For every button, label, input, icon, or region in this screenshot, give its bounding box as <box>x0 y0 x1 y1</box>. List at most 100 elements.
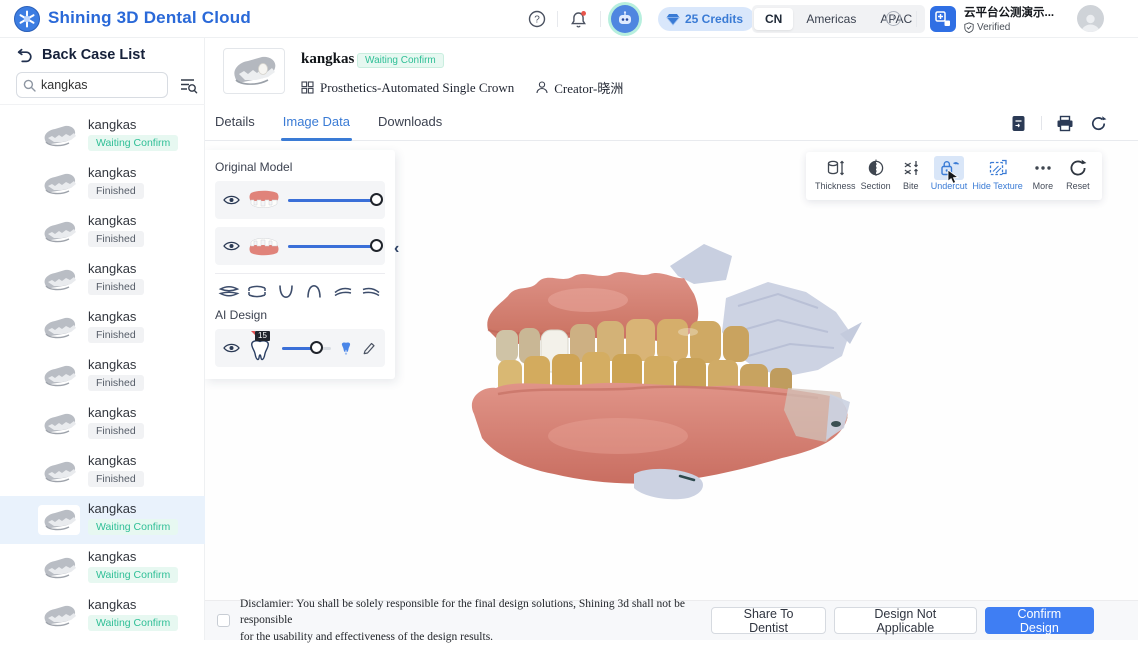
case-search-box <box>16 72 168 98</box>
organization-block[interactable]: 云平台公测演示... Verified <box>964 4 1054 33</box>
notification-bell-icon[interactable] <box>568 9 588 29</box>
tab-image-data[interactable]: Image Data <box>283 105 350 141</box>
view-right-side-icon[interactable] <box>359 282 383 300</box>
thickness-icon <box>820 156 850 180</box>
app-title: Shining 3D Dental Cloud <box>48 8 251 28</box>
view-front-open-icon[interactable] <box>245 282 269 300</box>
case-name: kangkas <box>88 165 144 180</box>
case-search-input[interactable] <box>41 78 151 92</box>
case-list-item[interactable]: kangkas Waiting Confirm <box>0 496 205 544</box>
case-list-item[interactable]: kangkas Waiting Confirm <box>0 112 205 160</box>
case-status-badge: Finished <box>88 231 144 247</box>
help-icon[interactable]: ? <box>527 9 547 29</box>
case-creator-label: Creator-晓洲 <box>554 78 623 97</box>
case-thumbnail <box>38 505 80 535</box>
eye-icon[interactable] <box>223 342 240 354</box>
upper-opacity-slider[interactable] <box>288 193 377 207</box>
toolbar-label-thickness: Thickness <box>815 181 856 191</box>
person-icon <box>536 81 548 94</box>
toolbar-label-section: Section <box>861 181 891 191</box>
case-list-item[interactable]: kangkas Finished <box>0 256 205 304</box>
credits-badge[interactable]: 25 Credits <box>658 7 755 31</box>
upper-jaw-thumbnail <box>247 189 281 211</box>
case-sidebar: Back Case List kangkas Waiting Confirm k… <box>0 38 205 640</box>
case-title: kangkas <box>301 51 354 68</box>
hidetexture-icon <box>983 156 1013 180</box>
case-list-item[interactable]: kangkas Waiting Confirm <box>0 592 205 640</box>
view-lower-occlusal-icon[interactable] <box>302 282 326 300</box>
toolbar-item-bite[interactable]: Bite <box>896 152 926 200</box>
filter-search-icon[interactable] <box>179 76 199 96</box>
region-cn[interactable]: CN <box>754 8 793 30</box>
print-icon[interactable] <box>1055 113 1075 133</box>
region-americas[interactable]: Americas <box>795 8 867 30</box>
view-front-closed-icon[interactable] <box>217 282 241 300</box>
footer-bar: Disclamier: You shall be solely responsi… <box>205 600 1138 640</box>
case-list-item[interactable]: kangkas Finished <box>0 448 205 496</box>
credits-label: 25 Credits <box>685 12 743 26</box>
ai-assistant-icon[interactable] <box>611 5 639 33</box>
slider-knob[interactable] <box>310 341 323 354</box>
ai-design-label: AI Design <box>215 308 385 322</box>
case-status-badge: Waiting Confirm <box>88 567 178 583</box>
slider-knob[interactable] <box>370 193 383 206</box>
case-status-badge: Waiting Confirm <box>88 135 178 151</box>
model-layers-panel: Original Model AI Design 15 <box>205 150 395 379</box>
view-upper-occlusal-icon[interactable] <box>274 282 298 300</box>
refresh-icon[interactable] <box>1088 113 1108 133</box>
report-document-icon[interactable] <box>1008 113 1028 133</box>
case-list-item[interactable]: kangkas Finished <box>0 304 205 352</box>
edit-pencil-icon[interactable] <box>361 339 377 357</box>
slider-knob[interactable] <box>370 239 383 252</box>
toolbar-item-section[interactable]: Section <box>861 152 891 200</box>
divider <box>215 273 385 274</box>
case-category-label: Prosthetics-Automated Single Crown <box>320 80 514 96</box>
case-list-item[interactable]: kangkas Finished <box>0 160 205 208</box>
back-case-list-label: Back Case List <box>42 47 145 63</box>
undercut-icon <box>934 156 964 180</box>
case-list-item[interactable]: kangkas Finished <box>0 352 205 400</box>
toolbar-item-thickness[interactable]: Thickness <box>815 152 856 200</box>
case-name: kangkas <box>88 597 178 612</box>
toolbar-item-reset[interactable]: Reset <box>1063 152 1093 200</box>
view-left-side-icon[interactable] <box>331 282 355 300</box>
disclaimer-checkbox[interactable] <box>217 614 230 627</box>
case-list: kangkas Waiting Confirm kangkas Finished… <box>0 112 205 640</box>
eye-icon[interactable] <box>223 194 240 206</box>
case-status-badge: Waiting Confirm <box>88 519 178 535</box>
toolbar-item-undercut[interactable]: Undercut <box>931 152 968 200</box>
tab-downloads[interactable]: Downloads <box>378 105 442 141</box>
case-list-item[interactable]: kangkas Finished <box>0 208 205 256</box>
lower-jaw-thumbnail <box>247 235 281 257</box>
case-name: kangkas <box>88 213 144 228</box>
region-info-icon[interactable]: ! <box>886 11 901 26</box>
case-thumbnail <box>38 313 80 343</box>
case-list-item[interactable]: kangkas Finished <box>0 400 205 448</box>
bite-icon <box>896 156 926 180</box>
crown-only-icon[interactable] <box>338 339 354 357</box>
user-avatar[interactable] <box>1077 5 1104 32</box>
share-to-dentist-button[interactable]: Share To Dentist <box>711 607 826 634</box>
tab-details[interactable]: Details <box>215 105 255 141</box>
clinic-icon[interactable] <box>930 6 956 32</box>
3d-dental-model[interactable] <box>438 236 864 502</box>
toolbar-label-bite: Bite <box>903 181 919 191</box>
crown-tooth-chip[interactable]: 15 <box>247 333 275 363</box>
case-status-badge: Finished <box>88 183 144 199</box>
ai-opacity-slider[interactable] <box>282 341 331 355</box>
case-creator: Creator-晓洲 <box>536 78 623 97</box>
toolbar-item-more[interactable]: More <box>1028 152 1058 200</box>
confirm-design-button[interactable]: Confirm Design <box>985 607 1094 634</box>
eye-icon[interactable] <box>223 240 240 252</box>
lower-opacity-slider[interactable] <box>288 239 377 253</box>
case-list-item[interactable]: kangkas Waiting Confirm <box>0 544 205 592</box>
case-thumbnail <box>38 553 80 583</box>
app-logo-icon[interactable] <box>14 6 40 32</box>
case-thumbnail <box>38 169 80 199</box>
design-not-applicable-button[interactable]: Design Not Applicable <box>834 607 977 634</box>
back-arrow-icon <box>16 47 33 63</box>
cursor-icon <box>947 169 960 190</box>
toolbar-item-hidetexture[interactable]: Hide Texture <box>972 152 1022 200</box>
panel-collapse-chevron[interactable]: ‹ <box>394 238 410 260</box>
back-case-list-button[interactable]: Back Case List <box>16 47 145 63</box>
